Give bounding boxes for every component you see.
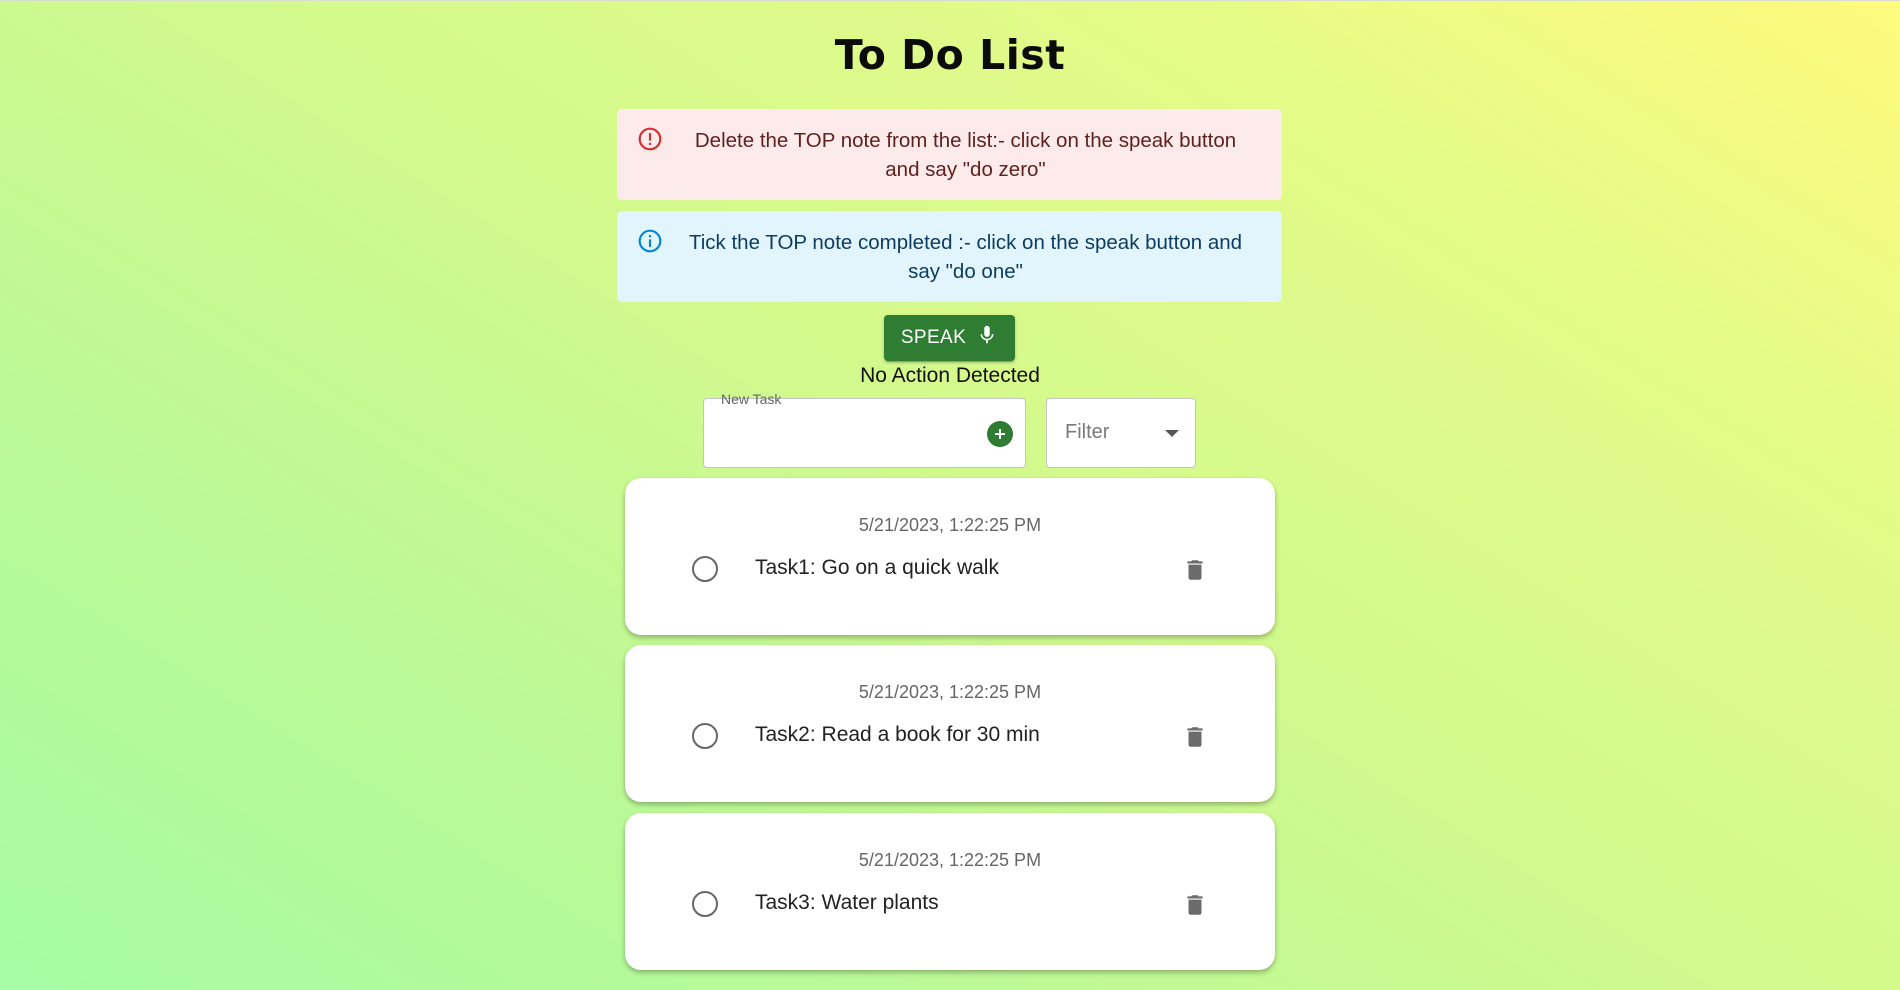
task-timestamp: 5/21/2023, 1:22:25 PM bbox=[858, 515, 1042, 535]
filter-placeholder: Filter bbox=[1065, 421, 1110, 443]
trash-icon bbox=[1187, 895, 1203, 915]
delete-task-button[interactable] bbox=[1180, 555, 1210, 585]
complete-instruction-text: Tick the TOP note completed :- click on … bbox=[688, 230, 1243, 283]
add-task-button[interactable] bbox=[987, 421, 1013, 447]
voice-status-text: No Action Detected bbox=[860, 364, 1040, 387]
task-complete-checkbox[interactable] bbox=[692, 891, 718, 917]
microphone-icon bbox=[976, 324, 998, 352]
delete-instruction-alert: Delete the TOP note from the list:- clic… bbox=[617, 109, 1282, 200]
task-complete-checkbox[interactable] bbox=[692, 723, 718, 749]
delete-task-button[interactable] bbox=[1180, 722, 1210, 752]
new-task-field: New Task bbox=[703, 391, 1026, 468]
filter-select[interactable]: Filter bbox=[1046, 398, 1196, 468]
trash-icon bbox=[1187, 727, 1203, 747]
new-task-input[interactable] bbox=[718, 415, 968, 451]
error-outline-icon bbox=[637, 126, 663, 152]
task-timestamp: 5/21/2023, 1:22:25 PM bbox=[858, 682, 1042, 702]
speak-button[interactable]: SPEAK bbox=[884, 315, 1015, 361]
complete-instruction-alert: Tick the TOP note completed :- click on … bbox=[617, 211, 1282, 302]
new-task-label: New Task bbox=[716, 391, 787, 407]
task-text: Task1: Go on a quick walk bbox=[755, 556, 999, 579]
dropdown-arrow-icon bbox=[1165, 430, 1179, 437]
task-timestamp: 5/21/2023, 1:22:25 PM bbox=[858, 850, 1042, 870]
speak-button-label: SPEAK bbox=[900, 327, 967, 348]
task-card: 5/21/2023, 1:22:25 PM Task2: Read a book… bbox=[625, 645, 1275, 802]
task-card: 5/21/2023, 1:22:25 PM Task1: Go on a qui… bbox=[625, 478, 1275, 635]
add-circle-icon bbox=[995, 429, 1005, 439]
task-complete-checkbox[interactable] bbox=[692, 556, 718, 582]
trash-icon bbox=[1187, 560, 1203, 580]
task-text: Task3: Water plants bbox=[755, 891, 939, 914]
task-text: Task2: Read a book for 30 min bbox=[755, 723, 1040, 746]
info-outline-icon bbox=[637, 228, 663, 254]
delete-task-button[interactable] bbox=[1180, 890, 1210, 920]
page-title: To Do List bbox=[834, 31, 1066, 79]
task-card: 5/21/2023, 1:22:25 PM Task3: Water plant… bbox=[625, 813, 1275, 970]
delete-instruction-text: Delete the TOP note from the list:- clic… bbox=[694, 128, 1237, 181]
